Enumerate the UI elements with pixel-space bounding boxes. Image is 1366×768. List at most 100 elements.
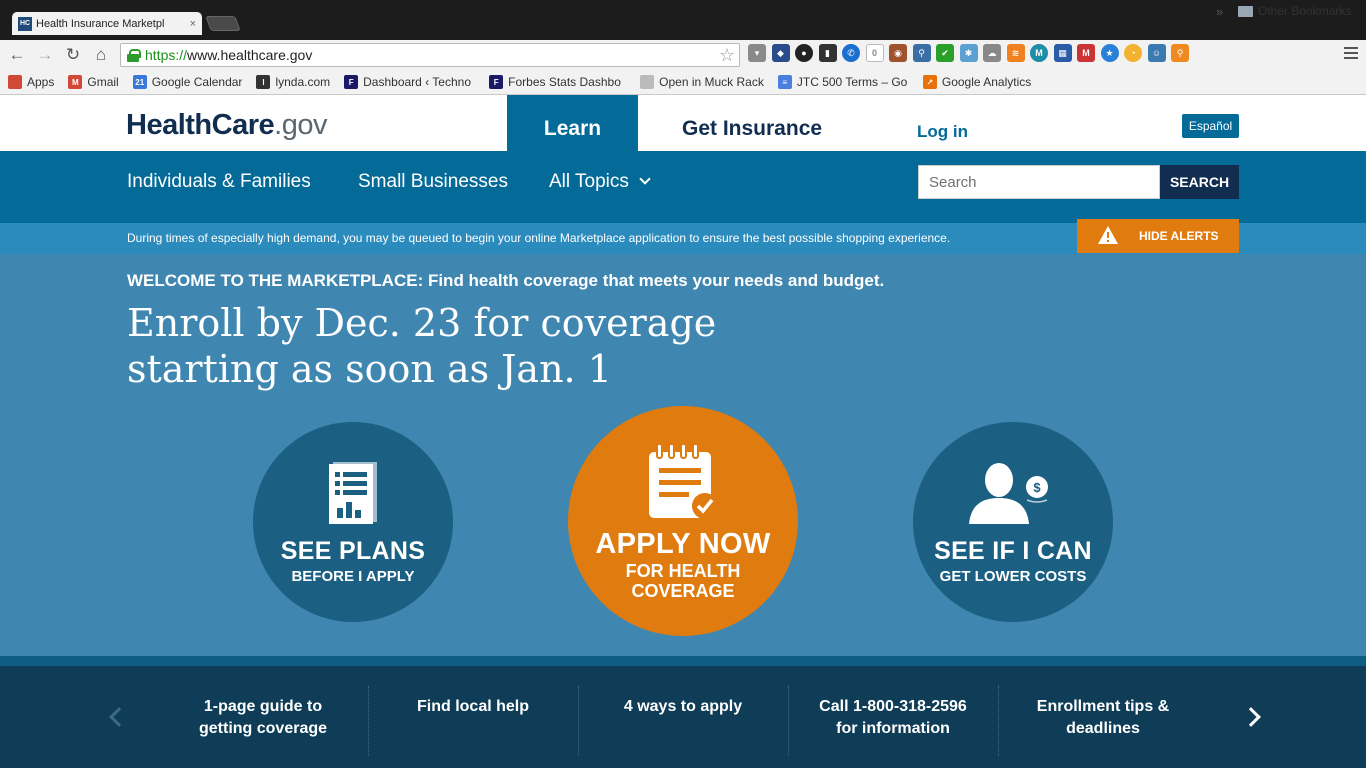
see-plans-button[interactable]: SEE PLANS BEFORE I APPLY bbox=[253, 422, 453, 622]
home-icon[interactable]: ⌂ bbox=[90, 44, 112, 66]
gmail-icon: M bbox=[68, 75, 83, 89]
login-link[interactable]: Log in bbox=[917, 122, 968, 142]
bookmark-star-icon[interactable]: ☆ bbox=[719, 45, 735, 66]
back-arrow-icon[interactable]: ← bbox=[6, 44, 28, 66]
quick-link-ways-to-apply[interactable]: 4 ways to apply bbox=[578, 686, 788, 756]
analytics-icon: ↗ bbox=[922, 75, 937, 89]
quick-links-carousel: 1-page guide to getting coverage Find lo… bbox=[0, 666, 1366, 768]
hero-section: WELCOME TO THE MARKETPLACE: Find health … bbox=[0, 254, 1366, 656]
lynda-icon: l bbox=[256, 75, 271, 89]
chevron-down-icon bbox=[639, 173, 651, 185]
bookmark-label: lynda.com bbox=[275, 75, 331, 89]
other-bookmarks-label: Other Bookmarks bbox=[1258, 4, 1352, 18]
counter-extension-icon[interactable]: 0 bbox=[865, 44, 884, 62]
search-button[interactable]: SEARCH bbox=[1160, 165, 1239, 199]
chrome-menu-icon[interactable] bbox=[1344, 47, 1358, 61]
svg-text:$: $ bbox=[1033, 480, 1041, 495]
phone-extension-icon[interactable]: ▮ bbox=[818, 44, 837, 62]
site-header: HealthCare.gov Learn Get Insurance Log i… bbox=[0, 95, 1366, 151]
other-bookmarks-folder[interactable]: Other Bookmarks bbox=[1238, 4, 1351, 18]
address-bar[interactable]: https:// www.healthcare.gov ☆ bbox=[120, 43, 740, 67]
rss-extension-icon[interactable]: ≋ bbox=[1006, 44, 1025, 62]
hide-alerts-button[interactable]: HIDE ALERTS bbox=[1077, 219, 1239, 253]
nav-individuals-families[interactable]: Individuals & Families bbox=[127, 171, 311, 193]
application-clipboard-icon bbox=[647, 443, 719, 525]
carousel-next-icon[interactable] bbox=[1241, 707, 1261, 727]
m-extension-icon[interactable]: M bbox=[1030, 44, 1048, 62]
extension-icons: ▾ ◆ ● ▮ ✆ 0 ◉ ⚲ ✔ ✱ ☁ ≋ M ▦ M ★ ◔ ☺ ⚲ bbox=[748, 44, 1195, 62]
bookmark-item[interactable]: Apps bbox=[8, 75, 54, 89]
see-plans-main: SEE PLANS bbox=[280, 537, 426, 565]
calendar-icon: 21 bbox=[132, 75, 147, 89]
star-extension-icon[interactable]: ★ bbox=[1100, 44, 1119, 62]
search-extension-icon[interactable]: ⚲ bbox=[1171, 44, 1189, 62]
bookmarks-overflow-icon[interactable]: » bbox=[1216, 4, 1223, 19]
folder-icon bbox=[1238, 5, 1253, 17]
gmail-extension-icon[interactable]: M bbox=[1077, 44, 1095, 62]
pie-extension-icon[interactable]: ◔ bbox=[1124, 44, 1142, 62]
bookmark-label: Google Analytics bbox=[941, 75, 1032, 89]
checkmark-extension-icon[interactable]: ✔ bbox=[936, 44, 954, 62]
bookmark-item[interactable]: ↗ Google Analytics bbox=[922, 75, 1032, 89]
tab-close-icon[interactable]: × bbox=[190, 18, 196, 30]
new-tab-button[interactable] bbox=[205, 16, 241, 31]
page-icon bbox=[640, 75, 655, 89]
forward-arrow-icon[interactable]: → bbox=[34, 44, 56, 66]
tab-get-insurance[interactable]: Get Insurance bbox=[682, 117, 822, 141]
person-savings-icon: $ bbox=[965, 462, 1061, 531]
quick-link-local-help[interactable]: Find local help bbox=[368, 686, 578, 756]
logo-care: Care bbox=[211, 109, 275, 141]
healthcare-logo[interactable]: HealthCare.gov bbox=[126, 109, 327, 142]
nav-all-topics[interactable]: All Topics bbox=[549, 171, 651, 193]
bookmark-item[interactable]: 21 Google Calendar bbox=[132, 75, 242, 89]
bookmark-item[interactable]: F Dashboard ‹ Techno bbox=[344, 75, 475, 89]
docs-icon: ≡ bbox=[777, 75, 792, 89]
apply-now-sub-1: FOR HEALTH bbox=[625, 561, 741, 581]
url-scheme: https:// bbox=[145, 47, 188, 63]
bookmark-item[interactable]: ≡ JTC 500 Terms – Go bbox=[777, 75, 909, 89]
color-wheel-extension-icon[interactable]: ● bbox=[795, 44, 813, 62]
instagram-extension-icon[interactable]: ◉ bbox=[889, 44, 907, 62]
espanol-button[interactable]: Español bbox=[1182, 114, 1239, 138]
tab-learn[interactable]: Learn bbox=[507, 95, 638, 151]
apply-now-button[interactable]: APPLY NOW FOR HEALTH COVERAGE bbox=[568, 406, 798, 636]
bookmarks-bar: Apps M Gmail 21 Google Calendar l lynda.com F Da… bbox=[0, 70, 1366, 95]
hero-headline: Enroll by Dec. 23 for coverage starting … bbox=[127, 300, 716, 392]
warning-icon bbox=[1097, 225, 1119, 248]
search-input[interactable] bbox=[918, 165, 1160, 199]
magnifier-extension-icon[interactable]: ⚲ bbox=[912, 44, 931, 62]
bookmark-item[interactable]: l lynda.com bbox=[256, 75, 330, 89]
see-lower-costs-button[interactable]: $ SEE IF I CAN GET LOWER COSTS bbox=[913, 422, 1113, 622]
hide-alerts-label: HIDE ALERTS bbox=[1139, 229, 1219, 243]
reload-icon[interactable]: ↻ bbox=[62, 44, 84, 66]
quick-link-call[interactable]: Call 1-800-318-2596 for information bbox=[788, 686, 998, 756]
pocket-extension-icon[interactable]: ▾ bbox=[748, 44, 766, 62]
quick-link-guide[interactable]: 1-page guide to getting coverage bbox=[158, 686, 368, 756]
puzzle-extension-icon[interactable]: ✱ bbox=[959, 44, 978, 62]
carousel-prev-icon[interactable] bbox=[109, 707, 129, 727]
bookmark-item[interactable]: M Gmail bbox=[68, 75, 119, 89]
lower-costs-main: SEE IF I CAN bbox=[934, 537, 1092, 565]
browser-tab-bar: HC Health Insurance Marketpl × bbox=[0, 0, 1366, 40]
bookmark-label: JTC 500 Terms – Go bbox=[796, 75, 908, 89]
calendar-extension-icon[interactable]: ▦ bbox=[1053, 44, 1072, 62]
alert-bar: During times of especially high demand, … bbox=[0, 219, 1366, 254]
bookmark-label: Open in Muck Rack bbox=[659, 75, 764, 89]
nav-small-businesses[interactable]: Small Businesses bbox=[358, 171, 508, 193]
tab-title: Health Insurance Marketpl bbox=[36, 17, 165, 30]
headline-line-1: Enroll by Dec. 23 for coverage bbox=[127, 301, 717, 345]
bookmark-label: Forbes Stats Dashbo bbox=[508, 75, 621, 89]
bookmark-label: Apps bbox=[27, 75, 55, 89]
bookmark-item[interactable]: F Forbes Stats Dashbo bbox=[489, 75, 626, 89]
secure-lock-icon bbox=[127, 49, 141, 62]
chat-extension-icon[interactable]: ✆ bbox=[842, 44, 860, 62]
url-host: www.healthcare.gov bbox=[187, 47, 313, 63]
cloud-extension-icon[interactable]: ☁ bbox=[983, 44, 1001, 62]
bookmark-item[interactable]: Open in Muck Rack bbox=[640, 75, 764, 89]
strip-divider-bar bbox=[0, 656, 1366, 666]
quick-link-enrollment-tips[interactable]: Enrollment tips & deadlines bbox=[998, 686, 1208, 756]
avatar-extension-icon[interactable]: ☺ bbox=[1147, 44, 1166, 62]
forbes-icon: F bbox=[489, 75, 504, 89]
browser-tab[interactable]: HC Health Insurance Marketpl × bbox=[12, 12, 202, 35]
extension-icon[interactable]: ◆ bbox=[771, 44, 790, 62]
